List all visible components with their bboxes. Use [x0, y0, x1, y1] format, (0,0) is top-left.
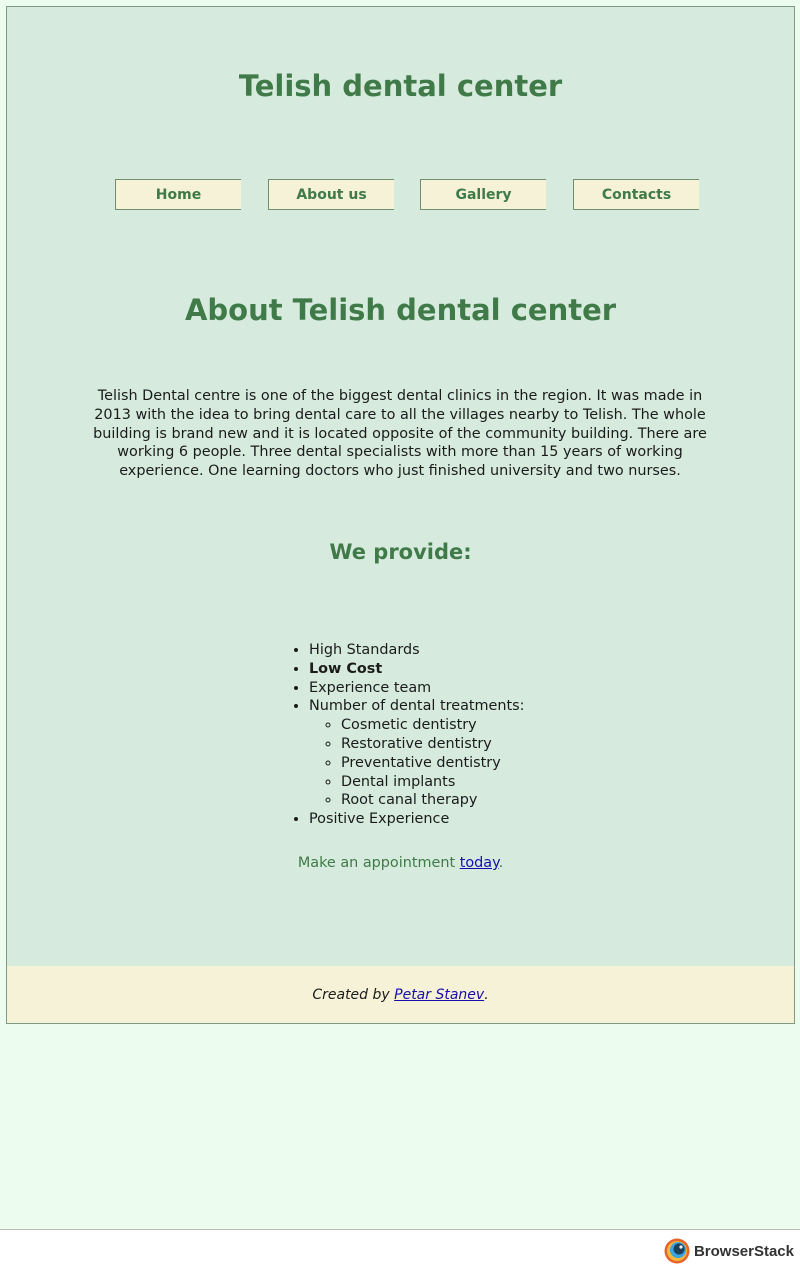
nav-home-button[interactable]: Home: [115, 179, 241, 210]
list-item: Positive Experience: [309, 810, 525, 829]
list-item: Preventative dentistry: [341, 754, 525, 773]
list-item: Cosmetic dentistry: [341, 716, 525, 735]
appointment-prefix: Make an appointment: [297, 855, 460, 871]
list-item-label: Number of dental treatments:: [309, 698, 525, 715]
treatments-list: Cosmetic dentistry Restorative dentistry…: [309, 716, 525, 810]
appointment-link[interactable]: today: [460, 855, 499, 871]
author-link[interactable]: Petar Stanev: [394, 987, 484, 1003]
appointment-text: Make an appointment today.: [7, 855, 794, 871]
browser-bottom-bar: BrowserStack: [0, 1229, 800, 1271]
list-item: High Standards: [309, 641, 525, 660]
about-heading: About Telish dental center: [184, 293, 617, 327]
list-item: Dental implants: [341, 773, 525, 792]
site-title: Telish dental center: [238, 69, 563, 103]
nav-gallery-button[interactable]: Gallery: [420, 179, 546, 210]
browserstack-brand: BrowserStack: [693, 1242, 794, 1260]
nav-about-button[interactable]: About us: [268, 179, 394, 210]
list-item: Experience team: [309, 679, 525, 698]
footer-prefix: Created by: [312, 986, 390, 1003]
list-item: Restorative dentistry: [341, 735, 525, 754]
provide-heading: We provide:: [329, 540, 472, 564]
about-paragraph: Telish Dental centre is one of the bigge…: [93, 388, 707, 480]
browserstack-icon: [664, 1238, 690, 1264]
appointment-suffix: .: [498, 855, 504, 871]
page-container: Telish dental center Home About us Galle…: [6, 6, 795, 1024]
list-item: Root canal therapy: [341, 791, 525, 810]
browserstack-logo: BrowserStack: [664, 1238, 794, 1264]
main-nav: Home About us Gallery Contacts: [7, 179, 794, 213]
list-item: Low Cost: [309, 660, 525, 679]
footer-suffix: .: [484, 986, 489, 1003]
list-item-treatments: Number of dental treatments: Cosmetic de…: [309, 697, 525, 810]
nav-contacts-button[interactable]: Contacts: [573, 179, 699, 210]
footer: Created by Petar Stanev.: [7, 966, 794, 1023]
features-list: High Standards Low Cost Experience team …: [291, 641, 525, 829]
